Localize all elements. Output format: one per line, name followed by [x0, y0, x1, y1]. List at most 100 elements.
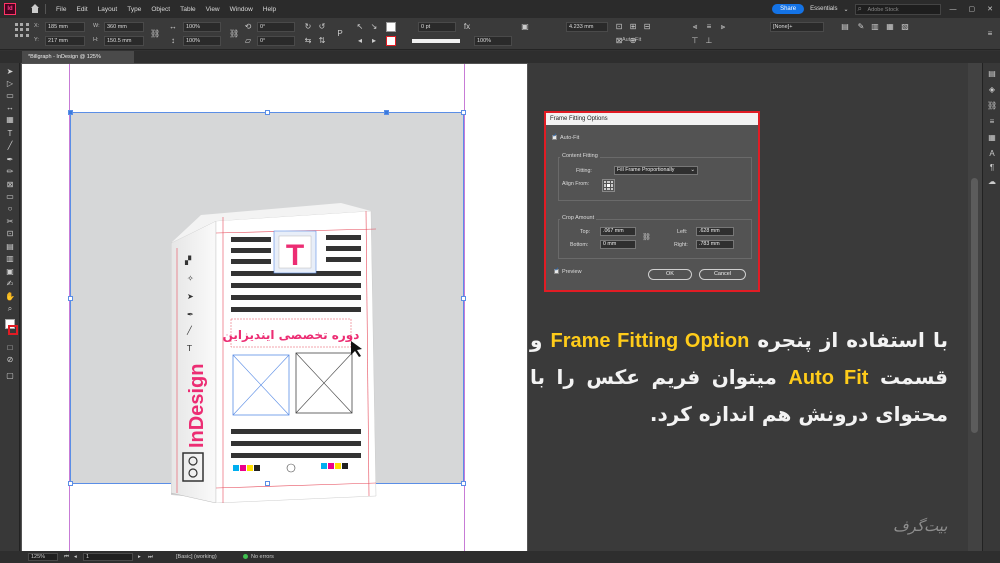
frame-handle[interactable] — [384, 110, 389, 115]
height-field[interactable]: 150.5 mm — [104, 36, 144, 46]
rotate-field[interactable]: 0° — [257, 22, 295, 32]
new-style-icon[interactable]: ▤ — [840, 22, 850, 32]
grid-icon[interactable]: ▧ — [900, 22, 910, 32]
cancel-button[interactable]: Cancel — [699, 269, 746, 280]
rectangle-tool-icon[interactable]: ▭ — [5, 192, 15, 202]
stroke-weight-field[interactable]: 0 pt — [418, 22, 456, 32]
maximize-icon[interactable]: ▢ — [969, 5, 976, 13]
stroke-type-select[interactable] — [412, 39, 460, 43]
vertical-scrollbar[interactable] — [968, 63, 982, 551]
apply-none-icon[interactable]: ⊘ — [5, 355, 15, 365]
align-from-reference-icon[interactable] — [602, 179, 615, 192]
ok-button[interactable]: OK — [648, 269, 692, 280]
opacity-field[interactable]: 100% — [474, 36, 512, 46]
width-field[interactable]: 360 mm — [104, 22, 144, 32]
close-icon[interactable]: ✕ — [987, 5, 993, 13]
screen-mode-icon[interactable]: ▢ — [5, 371, 15, 381]
frame-handle[interactable] — [461, 110, 466, 115]
pages-panel-icon[interactable]: ▤ — [987, 69, 997, 79]
crop-bottom-field[interactable]: 0 mm — [600, 240, 636, 249]
stroke-panel-icon[interactable]: ≡ — [987, 117, 997, 127]
preview-checkbox[interactable] — [554, 267, 559, 275]
fill-swatch-icon[interactable] — [386, 22, 396, 32]
fit-content-to-frame-icon[interactable]: ⊟ — [642, 22, 652, 32]
adobe-stock-search-input[interactable]: Adobe Stock — [854, 3, 941, 15]
swatches-panel-icon[interactable]: ▦ — [987, 133, 997, 143]
zoom-tool-icon[interactable]: ⌕ — [5, 304, 15, 314]
selection-tool-icon[interactable]: ➤ — [5, 67, 15, 77]
style-status[interactable]: [Basic] (working) — [176, 553, 217, 561]
direct-selection-tool-icon[interactable]: ▷ — [5, 79, 15, 89]
stroke-swatch-icon[interactable] — [386, 36, 396, 46]
select-previous-icon[interactable]: ◂ — [355, 36, 365, 46]
next-page-icon[interactable]: ▸ — [138, 553, 141, 561]
fitting-offset-field[interactable]: 4.233 mm — [566, 22, 608, 32]
frame-handle[interactable] — [265, 110, 270, 115]
constrain-scale-icon[interactable]: ⛓ — [229, 29, 239, 39]
gradient-swatch-tool-icon[interactable]: ▤ — [5, 242, 15, 252]
links-panel-icon[interactable]: ⛓ — [987, 101, 997, 111]
workspace-switcher[interactable]: Essentials — [810, 6, 837, 12]
frame-handle[interactable] — [461, 481, 466, 486]
select-container-icon[interactable]: ↖ — [355, 22, 365, 32]
gradient-feather-tool-icon[interactable]: ▥ — [5, 254, 15, 264]
page-tool-icon[interactable]: ▭ — [5, 91, 15, 101]
zoom-level-field[interactable]: 125% — [28, 553, 58, 561]
cc-libraries-icon[interactable]: ☁ — [987, 177, 997, 187]
autofit-checkbox[interactable] — [552, 133, 557, 141]
drop-shadow-icon[interactable]: ▣ — [520, 22, 530, 32]
chevron-down-icon[interactable]: ⌄ — [843, 6, 848, 13]
minimize-icon[interactable]: — — [950, 6, 957, 13]
link-icon[interactable]: ⛓ — [642, 233, 651, 241]
home-icon[interactable] — [30, 4, 40, 14]
align-top-icon[interactable]: ⊤ — [690, 36, 700, 46]
eyedropper-tool-icon[interactable]: ✍ — [5, 279, 15, 289]
first-page-icon[interactable]: ⏮ — [64, 553, 69, 561]
menu-help[interactable]: Help — [263, 6, 276, 13]
flip-vertical-icon[interactable]: ⇅ — [317, 36, 327, 46]
clear-overrides-icon[interactable]: ✎ — [856, 22, 866, 32]
rotate-ccw-icon[interactable]: ↺ — [317, 22, 327, 32]
menu-object[interactable]: Object — [151, 6, 170, 13]
align-left-icon[interactable]: ⫷ — [690, 22, 700, 32]
menu-window[interactable]: Window — [230, 6, 253, 13]
frame-handle[interactable] — [68, 296, 73, 301]
align-middle-icon[interactable]: ⊥ — [704, 36, 714, 46]
paragraph-panel-icon[interactable]: ¶ — [987, 163, 997, 173]
constrain-proportions-icon[interactable]: ⛓ — [150, 29, 160, 39]
reference-point-icon[interactable] — [15, 23, 29, 37]
menu-layout[interactable]: Layout — [98, 6, 118, 13]
previous-page-icon[interactable]: ◂ — [74, 553, 77, 561]
scissors-tool-icon[interactable]: ✂ — [5, 217, 15, 227]
text-wrap-icon[interactable]: ▦ — [885, 22, 895, 32]
shear-field[interactable]: 0° — [257, 36, 295, 46]
scale-x-field[interactable]: 100% — [183, 22, 221, 32]
page-number-field[interactable]: 1 — [83, 553, 133, 561]
autofit-label[interactable]: Auto-Fit — [622, 37, 641, 43]
y-field[interactable]: 217 mm — [45, 36, 85, 46]
frame-handle[interactable] — [265, 481, 270, 486]
line-tool-icon[interactable]: ╱ — [5, 141, 15, 151]
menu-edit[interactable]: Edit — [76, 6, 87, 13]
menu-table[interactable]: Table — [180, 6, 196, 13]
free-transform-tool-icon[interactable]: ⊡ — [5, 229, 15, 239]
stroke-color-icon[interactable] — [8, 325, 18, 335]
autofit-checkbox-row[interactable]: Auto-Fit — [552, 133, 579, 141]
pen-tool-icon[interactable]: ✒ — [5, 155, 15, 165]
menu-view[interactable]: View — [206, 6, 220, 13]
select-content-icon[interactable]: ↘ — [369, 22, 379, 32]
effects-icon[interactable]: fx — [462, 22, 472, 32]
share-button[interactable]: Share — [772, 4, 805, 14]
preflight-errors[interactable]: No errors — [251, 553, 274, 561]
gap-tool-icon[interactable]: ↔ — [5, 103, 15, 113]
frame-handle[interactable] — [68, 481, 73, 486]
crop-left-field[interactable]: .628 mm — [696, 227, 734, 236]
pencil-tool-icon[interactable]: ✏ — [5, 167, 15, 177]
flip-horizontal-icon[interactable]: ⇆ — [303, 36, 313, 46]
fill-frame-proportionally-icon[interactable]: ⊞ — [628, 22, 638, 32]
image-frame[interactable]: T دوره تخصصی ایندیزاین ▞ ✧ ➤ ✒ ╱ T InDes… — [68, 110, 466, 503]
panel-menu-icon[interactable]: ≡ — [985, 29, 995, 39]
note-tool-icon[interactable]: ▣ — [5, 267, 15, 277]
fit-content-proportionally-icon[interactable]: ⊡ — [614, 22, 624, 32]
last-page-icon[interactable]: ⏭ — [148, 553, 153, 561]
